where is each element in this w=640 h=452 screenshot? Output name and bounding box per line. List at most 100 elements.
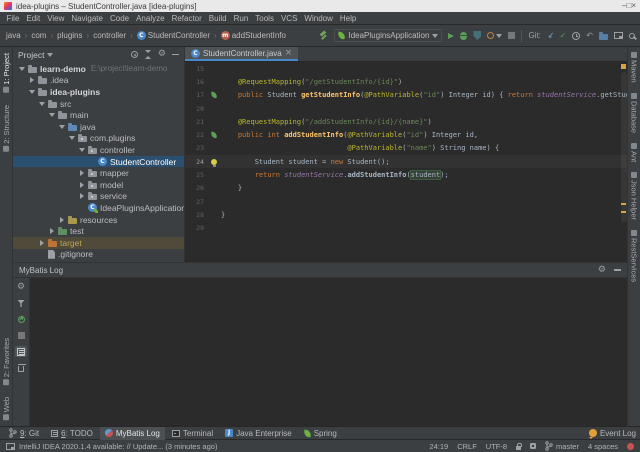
collapse-arrow-icon[interactable] — [58, 125, 65, 129]
profiler-button[interactable] — [487, 32, 502, 39]
menu-refactor[interactable]: Refactor — [168, 12, 205, 25]
menu-run[interactable]: Run — [230, 12, 252, 25]
code-line-29[interactable]: 29 — [185, 222, 627, 235]
tool-stripe-2-favorites[interactable]: 2: Favorites — [2, 338, 11, 385]
expand-arrow-icon[interactable] — [48, 228, 55, 234]
breadcrumb-com[interactable]: com — [30, 31, 47, 40]
line-number[interactable]: 25 — [185, 171, 207, 179]
indent[interactable]: 4 spaces — [588, 442, 618, 451]
line-number[interactable]: 27 — [185, 198, 207, 206]
tree-item-service[interactable]: service — [13, 191, 184, 203]
tool-stripe-json-helper[interactable]: Json Helper — [630, 172, 639, 220]
select-opened-file-icon[interactable] — [131, 51, 138, 58]
notification[interactable] — [627, 443, 634, 450]
tab-spring[interactable]: Spring — [299, 427, 342, 440]
debug-button[interactable] — [460, 32, 467, 40]
tree-item-controller[interactable]: controller — [13, 144, 184, 156]
coverage-button[interactable] — [473, 31, 481, 40]
tool-stripe-1-project[interactable]: 1: Project — [2, 53, 11, 93]
tree-item-mapper[interactable]: mapper — [13, 167, 184, 179]
event-log-button[interactable]: Event Log — [589, 429, 636, 438]
collapse-all-icon[interactable] — [144, 50, 152, 59]
code-line-17[interactable]: 17public Student getStudentInfo(@PathVar… — [185, 89, 627, 102]
code-line-27[interactable]: 27 — [185, 195, 627, 208]
git-branch[interactable]: master — [545, 441, 579, 451]
restart-button[interactable] — [15, 314, 27, 325]
breadcrumb-studentcontroller[interactable]: CStudentController — [136, 31, 211, 40]
code-line-20[interactable]: 20 — [185, 102, 627, 115]
tool-stripe-ant[interactable]: Ant — [630, 143, 639, 162]
hide-panel-icon[interactable] — [614, 269, 621, 271]
code-line-24[interactable]: 24Student student = new Student(); — [185, 155, 627, 168]
expand-arrow-icon[interactable] — [78, 193, 85, 199]
breadcrumb-controller[interactable]: controller — [92, 31, 127, 40]
stop-button[interactable] — [508, 32, 515, 39]
gutter-slot[interactable] — [207, 92, 221, 98]
history-button[interactable] — [572, 32, 580, 40]
tab-6-todo[interactable]: 6: TODO — [46, 427, 98, 440]
line-number[interactable]: 29 — [185, 224, 207, 232]
settings-button[interactable]: ⚙ — [15, 282, 27, 293]
warning-mark[interactable] — [621, 211, 626, 213]
breadcrumb-plugins[interactable]: plugins — [56, 31, 83, 40]
inspection-profile[interactable] — [530, 443, 536, 449]
search-everywhere-button[interactable] — [629, 33, 635, 39]
read-only-toggle[interactable] — [516, 442, 521, 450]
tab-terminal[interactable]: Terminal — [167, 427, 218, 440]
restore-layout-button[interactable] — [614, 32, 623, 39]
line-number[interactable]: 20 — [185, 105, 207, 113]
tool-stripe-database[interactable]: Database — [630, 93, 639, 133]
tree-item-learn-demo[interactable]: learn-demoE:\project\learn-demo — [13, 63, 184, 75]
code-line-16[interactable]: 16@RequestMapping("/getStudentInfo/{id}"… — [185, 75, 627, 88]
tab-mybatis-log[interactable]: MyBatis Log — [100, 427, 165, 440]
collapse-arrow-icon[interactable] — [18, 67, 25, 71]
encoding[interactable]: UTF-8 — [486, 442, 507, 451]
tree-item-com-plugins[interactable]: com.plugins — [13, 133, 184, 145]
update-project-button[interactable]: ↓ — [547, 32, 554, 40]
editor-scrollbar[interactable] — [621, 72, 627, 222]
menu-code[interactable]: Code — [106, 12, 132, 25]
filter-button[interactable] — [15, 298, 27, 309]
tool-stripe-restservices[interactable]: RestServices — [630, 230, 639, 282]
menu-analyze[interactable]: Analyze — [133, 12, 168, 25]
tool-stripe-2-structure[interactable]: 2: Structure — [2, 105, 11, 152]
clear-button[interactable] — [15, 362, 27, 373]
menu-navigate[interactable]: Navigate — [68, 12, 107, 25]
line-number[interactable]: 16 — [185, 78, 207, 86]
tree-item-target[interactable]: target — [13, 237, 184, 249]
line-number[interactable]: 21 — [185, 118, 207, 126]
expand-arrow-icon[interactable] — [28, 77, 35, 83]
expand-arrow-icon[interactable] — [78, 170, 85, 176]
caret-position[interactable]: 24:19 — [429, 442, 448, 451]
close-button[interactable]: × — [631, 1, 636, 10]
close-icon[interactable]: × — [285, 49, 293, 57]
collapse-arrow-icon[interactable] — [68, 136, 75, 140]
menu-file[interactable]: File — [3, 12, 23, 25]
tool-stripe-maven[interactable]: Maven — [630, 52, 639, 83]
hide-panel-icon[interactable] — [172, 54, 179, 56]
expand-arrow-icon[interactable] — [58, 217, 65, 223]
code-line-22[interactable]: 22public int addStudentInfo(@PathVariabl… — [185, 128, 627, 141]
log-console[interactable] — [30, 278, 627, 426]
tree-item-studentcontroller[interactable]: CStudentController — [13, 156, 184, 168]
rollback-button[interactable]: ↶ — [586, 32, 593, 40]
shelf-button[interactable] — [599, 32, 608, 40]
menu-vcs[interactable]: VCS — [277, 12, 300, 25]
tab-java-enterprise[interactable]: JJava Enterprise — [220, 427, 297, 440]
tree-item-src[interactable]: src — [13, 98, 184, 110]
line-number[interactable]: 26 — [185, 184, 207, 192]
status-message[interactable]: IntelliJ IDEA 2020.1.4 available: // Upd… — [6, 442, 419, 451]
expand-arrow-icon[interactable] — [78, 182, 85, 188]
inspection-indicator[interactable] — [621, 64, 626, 69]
warning-mark[interactable] — [621, 203, 626, 205]
line-number[interactable]: 17 — [185, 91, 207, 99]
line-number[interactable]: 22 — [185, 131, 207, 139]
stop-button[interactable] — [15, 330, 27, 341]
collapse-arrow-icon[interactable] — [78, 148, 85, 152]
collapse-arrow-icon[interactable] — [48, 113, 55, 117]
commit-button[interactable]: ✓ — [560, 32, 567, 40]
code-line-15[interactable]: 15 — [185, 62, 627, 75]
tool-stripe-web[interactable]: Web — [2, 397, 11, 420]
tree-item-test[interactable]: test — [13, 225, 184, 237]
scroll-to-end-button[interactable] — [15, 346, 27, 357]
